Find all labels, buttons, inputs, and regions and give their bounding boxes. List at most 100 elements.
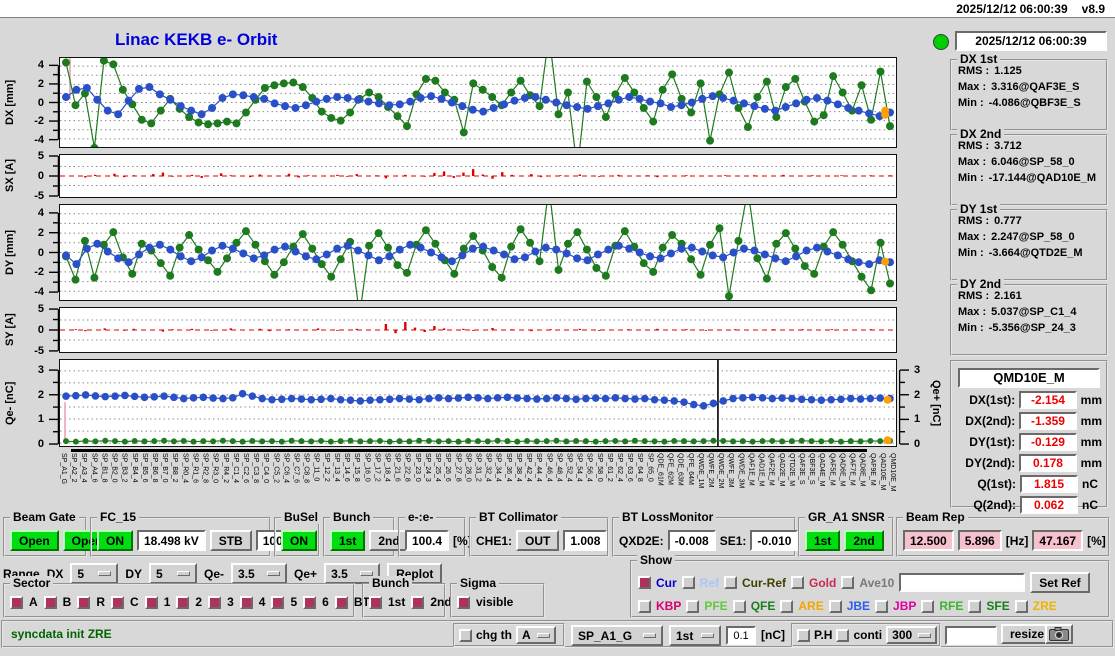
bpm-x-label: SP_32_4 (484, 453, 492, 482)
2nd-button[interactable]: 2nd (844, 530, 884, 551)
sector-group-checkbox-2[interactable] (176, 595, 190, 609)
bpm-value-field: -2.154 (1019, 391, 1077, 409)
field-label: [Hz] (1005, 533, 1029, 548)
group-title: BT Collimator (476, 510, 561, 524)
bunch-select-group-checkbox-2nd[interactable] (411, 595, 425, 609)
ph-checkbox[interactable] (797, 628, 810, 642)
sector-group-checkbox-6[interactable] (303, 595, 317, 609)
show-checkbox-pfe[interactable] (686, 599, 700, 613)
range-dropdown-value: 3.5 (238, 566, 255, 581)
bpm-value-row: DY(1st): -0.129 mm (954, 433, 1102, 451)
group-title: e-:e- (405, 510, 437, 524)
sector-group-checkbox-c[interactable] (111, 595, 125, 609)
sector-group-checkbox-r[interactable] (77, 595, 91, 609)
bunch-select-dropdown[interactable]: 1st (669, 625, 721, 646)
sector-group-checkbox-b[interactable] (43, 595, 57, 609)
conti-checkbox[interactable] (836, 628, 850, 642)
dy-plot (59, 182, 897, 320)
bpm-x-label: SP_12_2 (322, 453, 330, 482)
group-fc-15: FC_15 ON 18.498 kV STB 100 % (90, 510, 304, 557)
dropdown-handle-icon (98, 571, 112, 576)
stats-row-value: 6.046@SP_58_0 (991, 156, 1075, 168)
1st-button[interactable]: 1st (330, 530, 366, 551)
stats-row-value: -5.356@SP_24_3 (988, 322, 1076, 334)
sector-group-label-b: B (62, 595, 72, 609)
show-checkbox-rfe[interactable] (921, 599, 935, 613)
show-checkbox-are[interactable] (780, 599, 794, 613)
group-items: Open Open (10, 530, 112, 551)
group-items: ON (281, 530, 317, 551)
show-checkbox-zre[interactable] (1014, 599, 1028, 613)
show-checkbox-kbp[interactable] (638, 599, 651, 613)
show-checkbox-qfe[interactable] (732, 599, 746, 613)
bpm-x-label: SP_24_3 (423, 453, 431, 482)
show-checkbox-sfe[interactable] (968, 599, 982, 613)
show-label-sfe: SFE (986, 599, 1010, 613)
sector-group-checkbox-1[interactable] (144, 595, 158, 609)
range-dropdown[interactable]: 3.5 (231, 563, 288, 584)
bpm-x-label: SP_B7_0 (161, 453, 169, 483)
range-dropdown[interactable]: 5 (70, 563, 119, 584)
group-bunch: Bunch 1st 2nd (323, 510, 409, 557)
sector-group-checkbox-a[interactable] (10, 595, 23, 609)
open-button[interactable]: Open (10, 530, 59, 551)
bpm-x-label: QAF1E_M (747, 453, 755, 486)
bunch-select-group-checkbox-1st[interactable] (369, 595, 382, 609)
stats-row-value: 1.125 (994, 65, 1022, 77)
dropdown-handle-icon (701, 633, 714, 638)
sigma-group-checkbox-visible[interactable] (457, 595, 470, 609)
bpm-value-row: Q(2nd): 0.062 nC (954, 496, 1102, 514)
show-checkbox-gold[interactable] (791, 576, 805, 589)
bpm-x-label: QWDE_2M (717, 453, 725, 489)
on-button[interactable]: ON (97, 530, 133, 551)
group-title: Bunch (330, 510, 374, 524)
sector-group-label-r: R (96, 595, 106, 609)
1st-button[interactable]: 1st (805, 530, 841, 551)
show-checkbox-cur[interactable] (638, 576, 651, 589)
on-button[interactable]: ON (281, 530, 317, 551)
group-bt-collimator: BT Collimator CHE1: OUT 1.008 (469, 510, 609, 557)
ref-input[interactable] (899, 573, 1026, 592)
show-checkbox-cur-ref[interactable] (724, 576, 738, 589)
bpm-select-value: SP_A1_G (578, 628, 633, 643)
spare-input[interactable] (945, 626, 997, 645)
show-checkbox-ref[interactable] (681, 576, 695, 589)
dropdown-handle-icon (177, 571, 191, 576)
y-tick-label: 2 (37, 77, 44, 90)
set-ref-button[interactable]: Set Ref (1030, 572, 1090, 593)
range-label: Qe- (204, 566, 225, 581)
stats-row: RMS : 3.712 (958, 140, 1106, 152)
show-checkbox-ave10[interactable] (841, 576, 855, 589)
bpm-x-label: SP_18_4 (383, 453, 391, 482)
sector-group-checkbox-3[interactable] (208, 595, 222, 609)
q-axis-title: Qe- [nC] (4, 381, 16, 425)
chg-th-dropdown[interactable]: A (516, 626, 556, 644)
bunch-select-group: Bunch 1st 2nd (362, 576, 452, 618)
bpm-select-dropdown[interactable]: SP_A1_G (571, 625, 663, 646)
sector-group-checkbox-bt[interactable] (334, 595, 348, 609)
dropdown-handle-icon (267, 571, 281, 576)
stats-box-dy-2nd: DY 2nd RMS : 2.161 Max : 5.037@SP_C1_4 Min :-… (950, 277, 1108, 356)
screenshot-button[interactable] (1045, 624, 1073, 644)
group-title: BuSel (281, 510, 322, 524)
sigma-group: Sigma visible (450, 576, 545, 618)
bpm-value-row: DX(2nd): -1.359 mm (954, 412, 1102, 430)
out-button[interactable]: OUT (516, 530, 560, 551)
show-checkbox-jbe[interactable] (828, 599, 842, 613)
q-plot-row: Qe- [nC] 3 2 1 0 3 2 1 0 Qe+ [nC] (0, 359, 945, 450)
range-dropdown[interactable]: 5 (149, 563, 198, 584)
sector-group-checkbox-5[interactable] (271, 595, 285, 609)
q-axis-title-right: Qe+ [nC] (930, 379, 942, 427)
value-field: 100.4 (405, 530, 450, 551)
chg-th-checkbox[interactable] (459, 628, 472, 642)
bpm-x-label: SP_C2_6 (241, 453, 249, 483)
show-checkbox-jbp[interactable] (875, 599, 889, 613)
stb-button[interactable]: STB (209, 530, 252, 551)
sector-group-checkbox-4[interactable] (239, 595, 253, 609)
stats-row-value: -4.086@QBF3E_S (988, 97, 1081, 109)
sx-axis-title: SX [A] (4, 159, 16, 193)
threshold-input[interactable]: 0.1 (726, 626, 756, 645)
bpm-x-label: SP_11_0 (312, 453, 320, 482)
titlebar-version: v8.9 (1081, 1, 1105, 16)
points-dropdown[interactable]: 300 (886, 626, 938, 644)
